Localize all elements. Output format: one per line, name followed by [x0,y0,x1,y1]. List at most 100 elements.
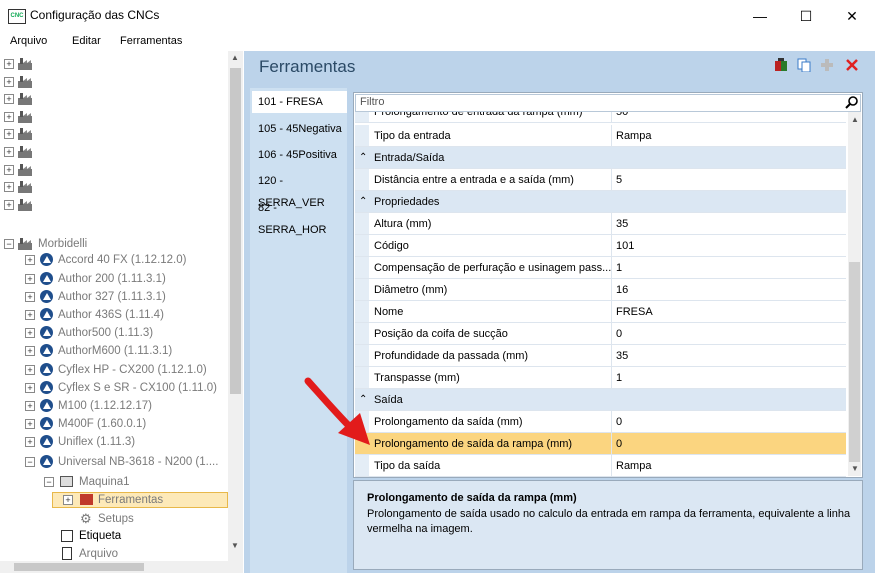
factory-icon [18,163,32,176]
tab-120-serra-ver[interactable]: 120 - SERRA_VER [252,170,347,209]
property-name: Prolongamento da saída (mm) [374,416,523,428]
property-value[interactable]: FRESA [611,301,653,322]
tree-item-label: Morbidelli [38,238,88,250]
grid-scroll-down-icon[interactable]: ▼ [851,464,859,473]
expand-icon[interactable]: + [4,164,14,175]
grid-scroll-up-icon[interactable]: ▲ [851,115,859,124]
chevron-up-icon[interactable]: ⌃ [359,147,367,169]
close-button[interactable]: ✕ [829,0,875,33]
expand-icon[interactable]: + [25,346,35,356]
maximize-button[interactable]: ☐ [783,0,829,33]
expand-icon[interactable]: + [4,59,14,69]
expand-icon[interactable]: + [63,495,73,505]
property-value[interactable]: 1 [611,367,622,388]
property-row[interactable]: Prolongamento de saída da rampa (mm) 0 [355,433,846,455]
menu-arquivo[interactable]: Arquivo [10,35,47,47]
property-value[interactable]: 0 [611,323,622,344]
property-value[interactable]: 0 [611,411,622,432]
expand-icon[interactable]: − [25,457,35,467]
expand-icon[interactable]: − [4,239,14,249]
expand-icon[interactable]: + [25,365,35,375]
property-row[interactable]: Posição da coifa de sucção 0 [355,323,846,345]
tab-82-serra-hor[interactable]: 82 - SERRA_HOR [252,197,347,236]
add-icon[interactable] [820,58,834,72]
tree-item-label: M400F (1.60.0.1) [58,418,147,430]
row-gutter [355,169,369,190]
tab-101-fresa[interactable]: 101 - FRESA [252,91,347,113]
property-row[interactable]: Prolongamento da saída (mm) 0 [355,411,846,433]
delete-icon[interactable] [845,58,859,72]
expand-icon[interactable]: + [25,310,35,320]
tree-item-label: Cyflex HP - CX200 (1.12.1.0) [58,364,207,376]
expand-icon[interactable]: + [4,182,14,193]
property-row[interactable]: Código 101 [355,235,846,257]
property-row[interactable]: Prolongamento de entrada da rampa (mm) 50 [355,112,846,123]
category-row[interactable]: ⌃ Propriedades [355,191,846,213]
property-row[interactable]: Distância entre a entrada e a saída (mm)… [355,169,846,191]
menu-editar[interactable]: Editar [72,35,101,47]
color-tool-icon[interactable] [774,58,788,72]
file-icon [62,547,72,560]
expand-icon[interactable]: + [25,437,35,447]
property-row[interactable]: Transpasse (mm) 1 [355,367,846,389]
minimize-button[interactable]: — [737,0,783,33]
property-value[interactable]: 50 [611,112,628,122]
tree-item-label: M100 (1.12.12.17) [58,400,152,412]
property-row[interactable]: Tipo da saída Rampa [355,455,846,477]
grid-scroll-thumb[interactable] [849,262,860,462]
tab-105-45negativa[interactable]: 105 - 45Negativa [252,118,347,140]
property-value[interactable]: 35 [611,213,628,234]
property-row[interactable]: Nome FRESA [355,301,846,323]
property-row[interactable]: Altura (mm) 35 [355,213,846,235]
machine-icon [40,417,53,430]
expand-icon[interactable]: + [4,94,14,105]
expand-icon[interactable]: + [4,129,14,140]
row-gutter [355,125,369,146]
tab-106-45positiva[interactable]: 106 - 45Positiva [252,144,347,166]
category-row[interactable]: ⌃ Entrada/Saída [355,147,846,169]
toolbox-icon [80,494,93,505]
tree-item-label: Author 327 (1.11.3.1) [58,291,166,303]
property-value[interactable]: 101 [611,235,634,256]
property-row[interactable]: Profundidade da passada (mm) 35 [355,345,846,367]
property-value[interactable]: 0 [611,433,622,454]
expand-icon[interactable]: + [4,111,14,122]
property-value[interactable]: Rampa [611,455,651,476]
tree-item-label: Ferramentas [98,494,164,506]
factory-icon [18,146,32,158]
expand-icon[interactable]: − [44,477,54,487]
property-value[interactable]: 1 [611,257,622,278]
expand-icon[interactable]: + [4,147,14,157]
factory-icon [18,198,32,211]
red-arrow-annotation [304,377,370,445]
search-icon[interactable] [845,95,859,109]
property-value[interactable]: 5 [611,169,622,190]
expand-icon[interactable]: + [25,401,35,411]
expand-icon[interactable]: + [25,328,35,338]
expand-icon[interactable]: + [4,199,14,210]
property-value[interactable]: 16 [611,279,628,300]
property-row[interactable]: Tipo da entrada Rampa [355,125,846,147]
expand-icon[interactable]: + [25,255,35,265]
expand-icon[interactable]: + [25,419,35,429]
category-row[interactable]: ⌃ Saída [355,389,846,411]
chevron-up-icon[interactable]: ⌃ [359,191,367,213]
property-row[interactable]: Compensação de perfuração e usinagem pas… [355,257,846,279]
menu-ferramentas[interactable]: Ferramentas [120,35,182,47]
copy-icon[interactable] [797,58,811,73]
expand-icon[interactable]: + [25,292,35,302]
machine-icon [40,308,53,321]
scroll-up-arrow-icon[interactable]: ▲ [231,53,239,62]
tree-hscroll-thumb[interactable] [14,563,144,571]
filter-input[interactable] [355,94,861,112]
tree-item-label: Arquivo [79,548,118,560]
expand-icon[interactable]: + [25,383,35,393]
tree-scroll-thumb[interactable] [230,68,241,394]
property-value[interactable]: 35 [611,345,628,366]
expand-icon[interactable]: + [4,76,14,87]
factory-icon [18,128,32,141]
expand-icon[interactable]: + [25,274,35,284]
scroll-down-arrow-icon[interactable]: ▼ [231,541,239,550]
property-value[interactable]: Rampa [611,125,651,146]
property-row[interactable]: Diâmetro (mm) 16 [355,279,846,301]
